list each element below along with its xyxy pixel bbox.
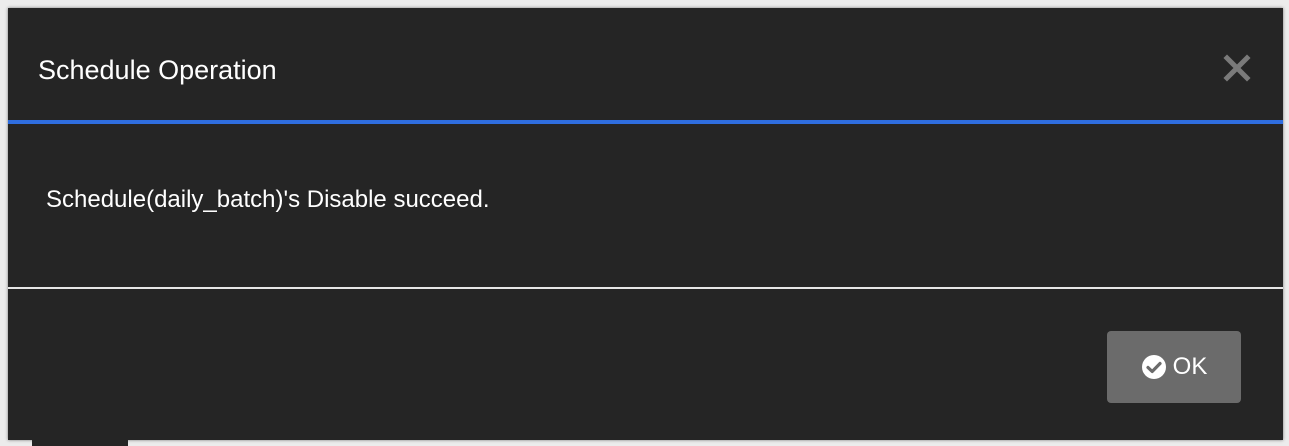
check-circle-icon <box>1141 354 1167 380</box>
schedule-operation-dialog: Schedule Operation Schedule(daily_batch)… <box>8 8 1283 440</box>
background-tab-edge <box>32 440 128 446</box>
close-button[interactable] <box>1219 50 1255 86</box>
dialog-footer: OK <box>8 289 1283 440</box>
ok-button-label: OK <box>1172 353 1208 380</box>
dialog-title: Schedule Operation <box>38 55 277 85</box>
dialog-message: Schedule(daily_batch)'s Disable succeed. <box>46 186 490 213</box>
dialog-header: Schedule Operation <box>8 8 1283 124</box>
dialog-body: Schedule(daily_batch)'s Disable succeed. <box>8 124 1283 289</box>
close-icon <box>1219 50 1255 86</box>
ok-button[interactable]: OK <box>1107 331 1241 403</box>
